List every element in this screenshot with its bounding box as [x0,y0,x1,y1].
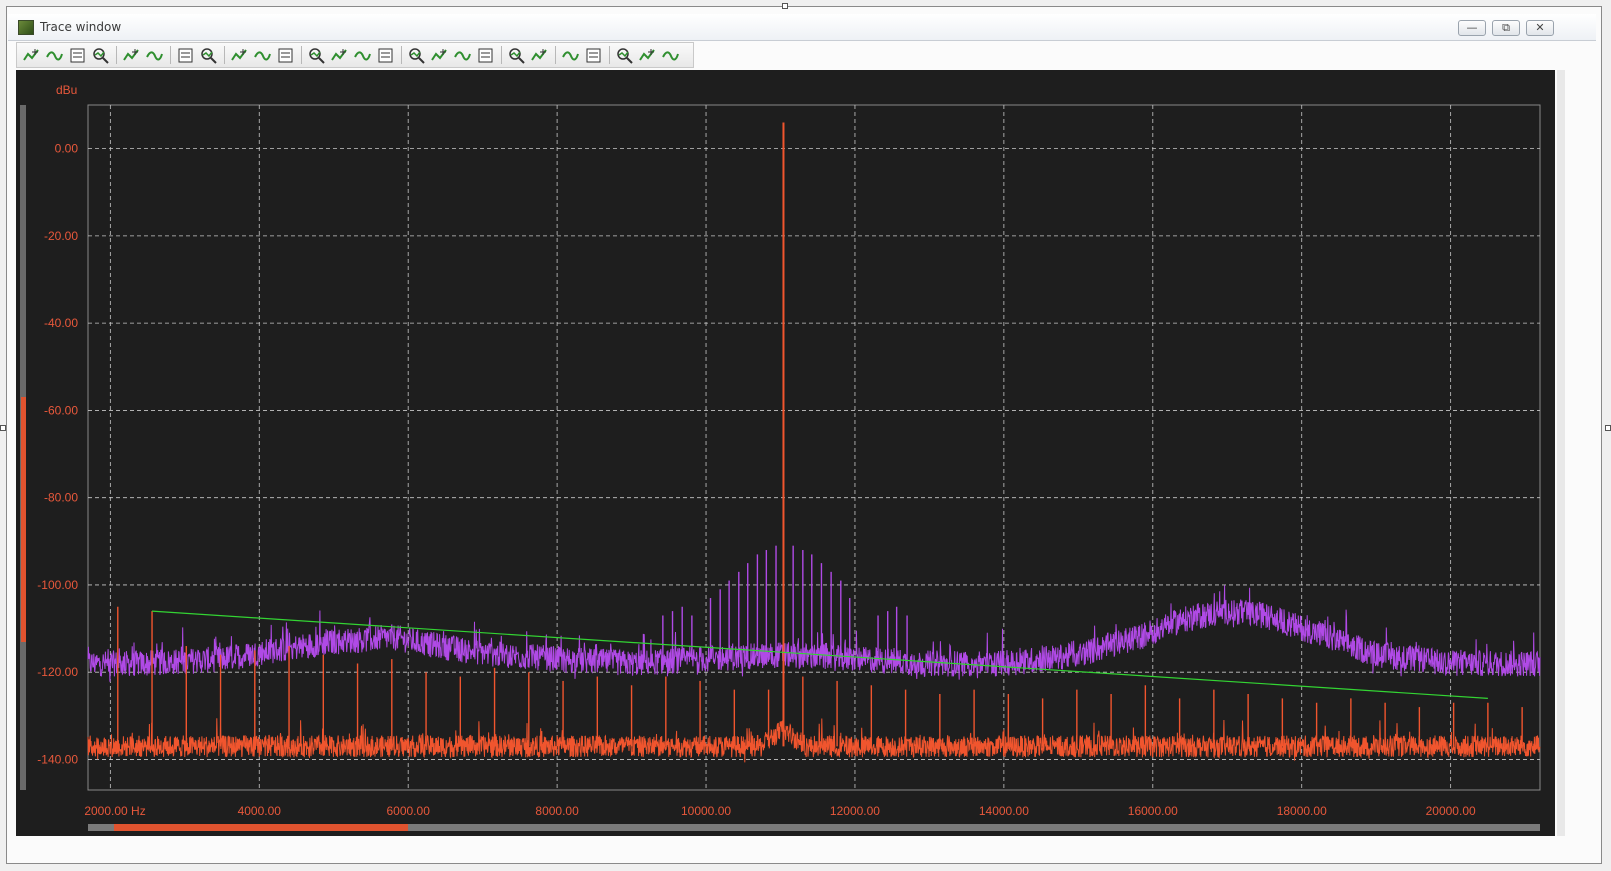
swap-icon[interactable] [584,46,603,65]
cursor-a-icon[interactable] [307,46,326,65]
marker-icon[interactable] [199,46,218,65]
purple-trace [87,585,1541,682]
vertical-scrollbar-thumb [21,397,26,642]
plot-area: 0.00 -20.00 -40.00 -60.00 -80.00 -100.00 -120.… [16,70,1555,836]
cursor-d-icon[interactable] [376,46,395,65]
x-tick-label: 16000.00 [1128,804,1178,818]
toolbar-separator [224,46,225,64]
zoom-in-icon[interactable] [230,46,249,65]
horizontal-scrollbar-thumb [114,824,408,831]
x-tick-label: 2000.00 Hz [84,804,145,818]
list-icon[interactable] [145,46,164,65]
zoom-out-icon[interactable] [253,46,272,65]
x-tick-label: 18000.00 [1277,804,1327,818]
y-tick-label: -60.00 [44,403,78,417]
add-trace-icon[interactable] [22,46,41,65]
toolbar-separator [555,46,556,64]
y-tick-label: -20.00 [44,229,78,243]
restore-button[interactable]: ⧉ [1492,20,1520,36]
app-icon [18,20,34,35]
table-icon[interactable] [176,46,195,65]
show-icon[interactable] [638,46,657,65]
toolbar-separator [609,46,610,64]
hide-icon[interactable] [615,46,634,65]
window-title: Trace window [40,20,122,34]
peak-icon[interactable] [507,46,526,65]
copy-icon[interactable] [91,46,110,65]
toolbar-separator [170,46,171,64]
zoom-y-icon[interactable] [430,46,449,65]
cursor-c-icon[interactable] [353,46,372,65]
x-tick-label: 6000.00 [386,804,430,818]
y-tick-label: -100.00 [37,578,78,592]
toolbar-separator [501,46,502,64]
title-bar: Trace window — ⧉ ✕ [8,14,1596,41]
red-trace [87,718,1541,763]
grid-icon[interactable] [122,46,141,65]
cursor-b-icon[interactable] [330,46,349,65]
y-tick-label: -80.00 [44,491,78,505]
resize-handle-left[interactable] [0,425,6,431]
resize-handle-right[interactable] [1605,425,1611,431]
y-tick-label: -140.00 [37,752,78,766]
resize-handle-top[interactable] [782,3,788,9]
save-icon[interactable] [68,46,87,65]
minimize-button[interactable]: — [1458,20,1486,36]
x-tick-label: 20000.00 [1426,804,1476,818]
toolbar-separator [401,46,402,64]
spectrum-chart[interactable]: 0.00 -20.00 -40.00 -60.00 -80.00 -100.00 -120.… [16,70,1555,836]
y-tick-label: -40.00 [44,316,78,330]
x-tick-label: 14000.00 [979,804,1029,818]
zoom-x-icon[interactable] [407,46,426,65]
vertical-scroll-track[interactable] [1557,70,1565,836]
x-tick-label: 10000.00 [681,804,731,818]
wave-icon[interactable] [45,46,64,65]
x-tick-label: 8000.00 [535,804,579,818]
valley-icon[interactable] [530,46,549,65]
toolbar-separator [116,46,117,64]
toolbar [16,42,694,68]
measure-icon[interactable] [561,46,580,65]
x-tick-label: 4000.00 [238,804,282,818]
x-tick-label: 12000.00 [830,804,880,818]
y-tick-label: -120.00 [37,665,78,679]
y-tick-label: 0.00 [55,142,79,156]
toolbar-separator [301,46,302,64]
y-axis-label: dBu [56,83,77,97]
scale-icon[interactable] [476,46,495,65]
smooth-icon[interactable] [453,46,472,65]
filter-icon[interactable] [661,46,680,65]
traces-group [87,122,1541,763]
close-button[interactable]: ✕ [1526,20,1554,36]
fit-icon[interactable] [276,46,295,65]
